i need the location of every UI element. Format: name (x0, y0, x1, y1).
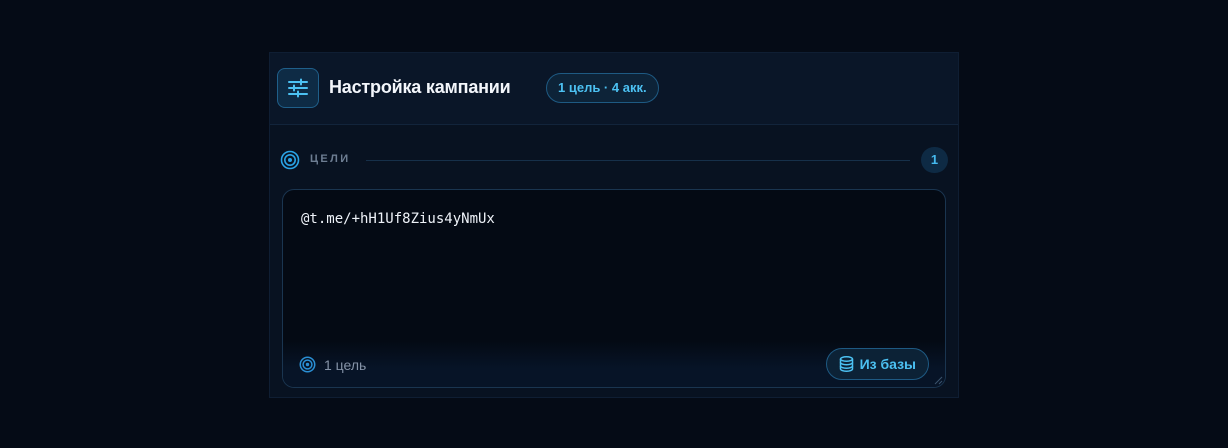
targets-count-label: 1 цель (324, 357, 367, 373)
from-database-label: Из базы (859, 356, 916, 372)
campaign-settings-panel: Настройка кампании 1 цель · 4 акк. ЦЕЛИ … (269, 52, 959, 398)
section-divider (366, 160, 910, 161)
settings-button[interactable] (277, 68, 319, 108)
database-icon (839, 356, 853, 372)
from-database-button[interactable]: Из базы (825, 348, 929, 380)
target-icon (280, 150, 300, 170)
textarea-footer: 1 цель Из базы (283, 341, 945, 387)
targets-textarea[interactable]: @t.me/+hH1Uf8Zius4yNmUx 1 цель Из базы (282, 189, 946, 388)
targets-section-header: ЦЕЛИ 1 (280, 147, 948, 173)
targets-count-badge: 1 (921, 147, 948, 173)
panel-header: Настройка кампании 1 цель · 4 акк. (270, 53, 958, 125)
resize-handle-icon[interactable] (934, 376, 943, 385)
targets-text-value[interactable]: @t.me/+hH1Uf8Zius4yNmUx (301, 211, 495, 227)
target-icon (299, 356, 316, 373)
section-label: ЦЕЛИ (310, 153, 351, 165)
summary-badge: 1 цель · 4 акк. (546, 73, 659, 103)
page-title: Настройка кампании (329, 77, 511, 97)
sliders-icon (288, 78, 308, 98)
